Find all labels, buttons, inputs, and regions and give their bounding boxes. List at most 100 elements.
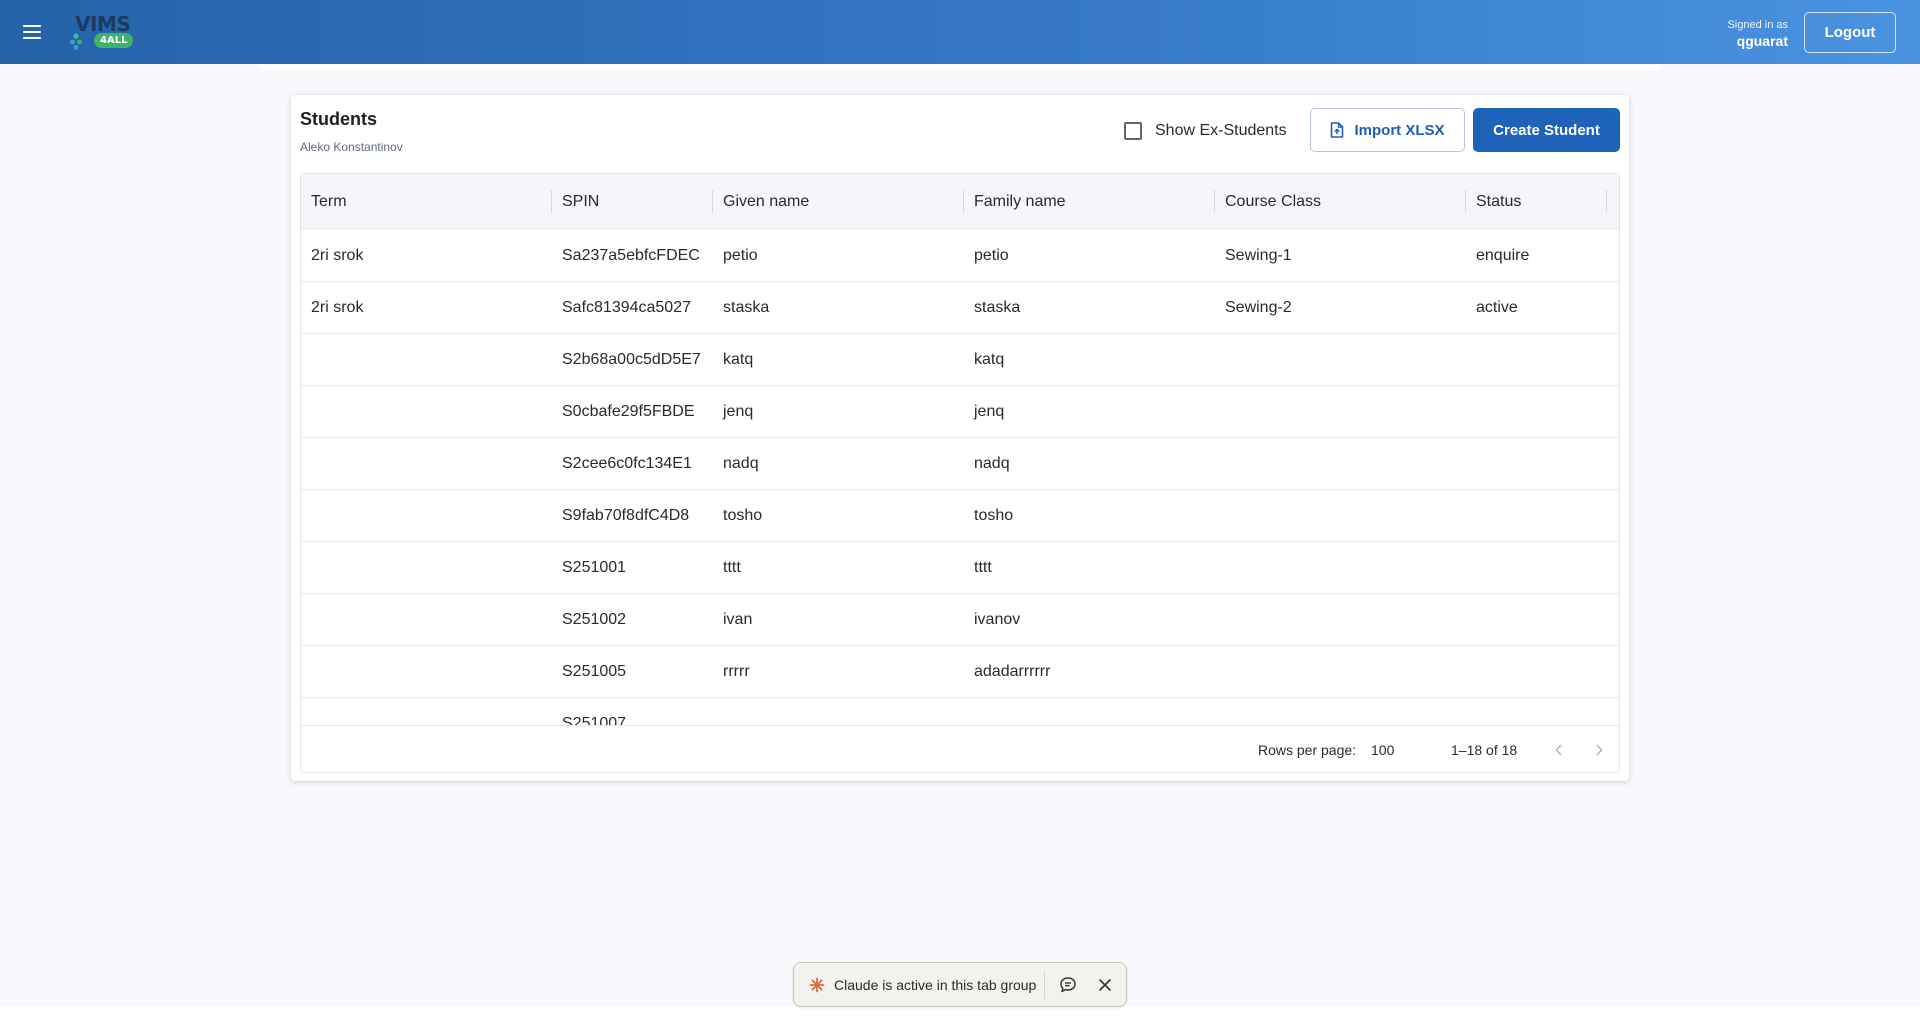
table-header: Term SPIN Given name Family name Course … (301, 174, 1619, 229)
close-icon[interactable] (1096, 976, 1114, 994)
table-row[interactable]: 2ri srok Safc81394ca5027 staska staska S… (301, 282, 1619, 334)
cell-family-name: tosho (974, 507, 1014, 524)
bottom-band (0, 1006, 1920, 1023)
cell-family-name: petio (974, 247, 1009, 264)
next-page-button[interactable] (1587, 738, 1611, 762)
cell-given-name: jenq (723, 403, 754, 420)
page-subtitle: Aleko Konstantinov (300, 140, 403, 154)
cell-given-name: katq (723, 351, 754, 368)
file-upload-icon (1331, 122, 1344, 138)
cell-given-name: tttt (723, 559, 741, 576)
cell-term (301, 698, 551, 725)
banner-divider (1044, 971, 1045, 999)
table-row[interactable]: S251001 tttt tttt (301, 542, 1619, 594)
logo-badge: 4ALL (94, 33, 134, 48)
table-row[interactable]: S0cbafe29f5FBDE jenq jenq (301, 386, 1619, 438)
signed-in-username: qguarat (1736, 33, 1788, 49)
content-band (260, 64, 1660, 70)
cell-term (301, 542, 551, 594)
cell-given-name: rrrrr (723, 663, 750, 680)
app-logo[interactable]: VIMS 4ALL (70, 12, 140, 52)
import-xlsx-label: Import XLSX (1354, 121, 1445, 139)
cell-family-name: staska (974, 299, 1021, 316)
chat-bubble-icon[interactable] (1058, 975, 1078, 995)
cell-course-class: Sewing-2 (1225, 299, 1292, 316)
prev-page-button[interactable] (1547, 738, 1571, 762)
cell-family-name: katq (974, 351, 1005, 368)
logo-dots-icon (70, 33, 82, 50)
rows-per-page-select[interactable]: 100 (1371, 742, 1394, 758)
page-title: Students (300, 109, 378, 129)
claude-active-banner: Claude is active in this tab group (793, 962, 1127, 1007)
column-header-spin[interactable]: SPIN (552, 174, 712, 229)
cell-course-class (1215, 594, 1465, 646)
cell-given-name: ivan (723, 611, 753, 628)
hamburger-menu-icon[interactable] (18, 18, 46, 46)
column-header-status[interactable]: Status (1466, 174, 1606, 229)
cell-family-name: nadq (974, 455, 1010, 472)
cell-family-name: jenq (974, 403, 1005, 420)
column-header-family-name[interactable]: Family name (964, 174, 1214, 229)
show-ex-students-checkbox[interactable] (1124, 122, 1142, 140)
cell-course-class (1215, 334, 1465, 386)
cell-spin: S251001 (562, 559, 627, 576)
cell-family-name: tttt (974, 559, 992, 576)
import-xlsx-button[interactable]: Import XLSX (1310, 108, 1465, 152)
cell-spin: S251002 (562, 611, 627, 628)
cell-spin: S9fab70f8dfC4D8 (562, 507, 690, 524)
cell-family-name: adadarrrrrr (974, 663, 1051, 680)
pagination-range: 1–18 of 18 (1451, 742, 1518, 758)
cell-course-class (1215, 490, 1465, 542)
cell-course-class (1215, 542, 1465, 594)
logout-button[interactable]: Logout (1804, 12, 1896, 53)
table-row[interactable]: S2b68a00c5dD5E7 katq katq (301, 334, 1619, 386)
cell-family-name: ivanov (974, 611, 1021, 628)
cell-status (1466, 646, 1616, 698)
cell-status: active (1476, 299, 1518, 316)
rows-per-page-label: Rows per page: (1258, 742, 1357, 758)
table-row[interactable]: S251007 (301, 698, 1619, 725)
table-row[interactable]: S251002 ivan ivanov (301, 594, 1619, 646)
students-table: Term SPIN Given name Family name Course … (300, 173, 1620, 773)
cell-term (301, 594, 551, 646)
cell-status: enquire (1476, 247, 1530, 264)
column-header-term[interactable]: Term (301, 174, 551, 229)
chevron-left-icon (1555, 744, 1562, 756)
claude-banner-text: Claude is active in this tab group (834, 977, 1037, 993)
cell-course-class: Sewing-1 (1225, 247, 1292, 264)
cell-term (301, 646, 551, 698)
table-row[interactable]: S251005 rrrrr adadarrrrrr (301, 646, 1619, 698)
create-student-button[interactable]: Create Student (1473, 108, 1620, 152)
cell-spin: Sa237a5ebfcFDEC (562, 247, 700, 264)
table-row[interactable]: S2cee6c0fc134E1 nadq nadq (301, 438, 1619, 490)
cell-term (301, 334, 551, 386)
cell-spin: S0cbafe29f5FBDE (562, 403, 695, 420)
app-header: VIMS 4ALL Signed in as qguarat Logout (0, 0, 1920, 64)
chevron-right-icon (1596, 744, 1603, 756)
show-ex-students-toggle[interactable]: Show Ex-Students (1124, 120, 1287, 142)
cell-status (1466, 698, 1616, 725)
cell-spin: Safc81394ca5027 (562, 299, 691, 316)
column-header-given-name[interactable]: Given name (713, 174, 963, 229)
claude-star-icon (809, 977, 825, 993)
cell-status (1466, 542, 1616, 594)
column-separator[interactable] (1606, 190, 1607, 212)
cell-given-name: nadq (723, 455, 759, 472)
cell-status (1466, 386, 1616, 438)
cell-course-class (1215, 438, 1465, 490)
table-body: 2ri srok Sa237a5ebfcFDEC petio petio Sew… (301, 230, 1619, 725)
signed-in-label: Signed in as (1727, 19, 1788, 31)
table-row[interactable]: S9fab70f8dfC4D8 tosho tosho (301, 490, 1619, 542)
cell-status (1466, 490, 1616, 542)
cell-status (1466, 438, 1616, 490)
cell-term (301, 386, 551, 438)
cell-given-name: tosho (723, 507, 763, 524)
cell-course-class (1215, 386, 1465, 438)
cell-given-name: staska (723, 299, 770, 316)
cell-spin: S251005 (562, 663, 627, 680)
cell-course-class (1215, 698, 1465, 725)
table-row[interactable]: 2ri srok Sa237a5ebfcFDEC petio petio Sew… (301, 230, 1619, 282)
cell-given-name (713, 698, 963, 725)
signed-in-info: Signed in as qguarat (1727, 19, 1788, 49)
column-header-course-class[interactable]: Course Class (1215, 174, 1465, 229)
